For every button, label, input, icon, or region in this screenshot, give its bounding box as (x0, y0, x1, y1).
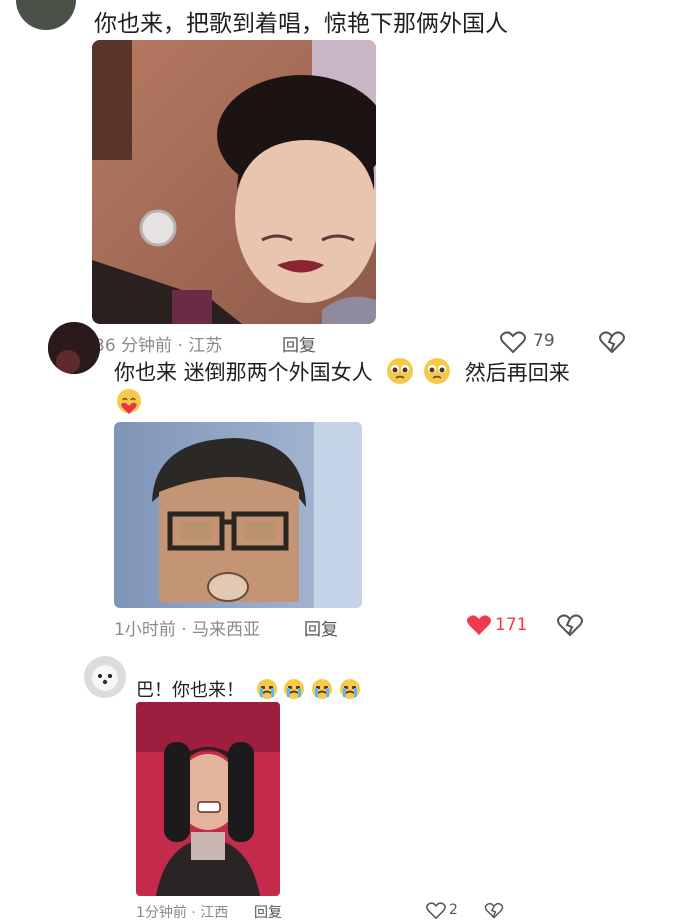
like-count: 2 (449, 902, 458, 918)
liked-heart-icon[interactable] (466, 614, 492, 636)
comment-text-part2: 然后再回来 (464, 360, 570, 385)
comment-text: 巴！你也来！ (136, 676, 361, 705)
comment-text: 你也来 迷倒那两个外国女人 然后再回来 (114, 356, 570, 391)
comment-text-part1: 你也来 迷倒那两个外国女人 (114, 360, 373, 385)
like-count: 171 (495, 615, 528, 635)
reply-button[interactable]: 回复 (282, 331, 316, 356)
crying-face-emoji (339, 678, 361, 705)
crying-face-emoji (256, 678, 278, 705)
pleading-face-emoji (385, 356, 415, 391)
comment-meta: 1分钟前 · 江西 (136, 905, 229, 921)
avatar[interactable] (48, 322, 100, 374)
avatar[interactable] (84, 656, 126, 698)
comment-image[interactable] (136, 702, 280, 896)
comment-meta: 1小时前 · 马来西亚 (114, 620, 261, 640)
dislike-icon[interactable] (556, 614, 584, 636)
heart-hands-face-emoji (114, 387, 144, 421)
like-icon[interactable] (426, 902, 446, 919)
dislike-icon[interactable] (598, 331, 626, 353)
like-count: 79 (533, 331, 555, 351)
dislike-icon[interactable] (484, 902, 504, 919)
comment-image[interactable] (92, 40, 376, 324)
comment-text-main: 巴！你也来！ (136, 680, 244, 701)
reply-button[interactable]: 回复 (304, 615, 338, 640)
reply-button[interactable]: 回复 (254, 902, 282, 922)
pleading-face-emoji (422, 356, 452, 391)
crying-face-emoji (311, 678, 333, 705)
comment-meta: 36 分钟前 · 江苏 (94, 336, 223, 356)
avatar[interactable] (16, 0, 76, 30)
comment-text: 你也来，把歌到着唱，惊艳下那俩外国人 (94, 11, 508, 37)
comment-image[interactable] (114, 422, 362, 608)
crying-face-emoji (283, 678, 305, 705)
like-icon[interactable] (500, 331, 526, 353)
